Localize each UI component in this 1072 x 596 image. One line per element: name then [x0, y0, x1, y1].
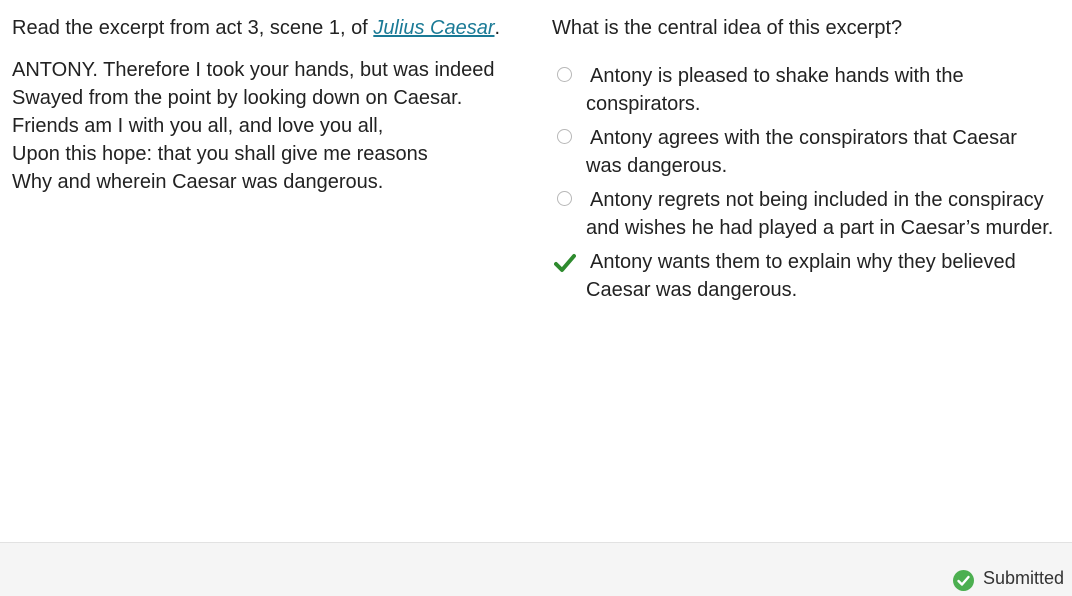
- radio-button[interactable]: [557, 129, 572, 144]
- prompt-before: Read the excerpt from act 3, scene 1, of: [12, 17, 374, 39]
- prompt-text: Read the excerpt from act 3, scene 1, of…: [12, 14, 522, 42]
- option-text: Antony is pleased to shake hands with th…: [590, 65, 964, 87]
- question-text: What is the central idea of this excerpt…: [552, 17, 903, 39]
- question-panel: What is the central idea of this excerpt…: [552, 14, 1072, 310]
- answer-option-4-selected[interactable]: Antony wants them to explain why they be…: [552, 248, 1072, 304]
- status-text: Submitted: [982, 567, 1064, 588]
- answer-options: Antony is pleased to shake hands with th…: [552, 62, 1072, 304]
- excerpt-line: Friends am I with you all, and love you …: [12, 115, 384, 137]
- answer-option-3[interactable]: Antony regrets not being included in the…: [552, 186, 1072, 242]
- answer-option-2[interactable]: Antony agrees with the conspirators that…: [552, 124, 1072, 180]
- excerpt-line: Upon this hope: that you shall give me r…: [12, 143, 428, 165]
- option-text: was dangerous.: [586, 155, 728, 177]
- footer-bar: Submitted: [0, 542, 1072, 596]
- option-text: and wishes he had played a part in Caesa…: [586, 217, 1054, 239]
- option-text: Antony regrets not being included in the…: [590, 189, 1044, 211]
- answer-option-1[interactable]: Antony is pleased to shake hands with th…: [552, 62, 1072, 118]
- excerpt-line: Swayed from the point by looking down on…: [12, 87, 463, 109]
- option-text: Caesar was dangerous.: [586, 279, 798, 301]
- option-text: conspirators.: [586, 93, 701, 115]
- option-text: Antony wants them to explain why they be…: [590, 251, 1016, 273]
- option-text: Antony agrees with the conspirators that…: [590, 127, 1017, 149]
- submission-status: Submitted: [952, 565, 1064, 591]
- julius-caesar-link[interactable]: Julius Caesar: [373, 17, 494, 39]
- excerpt-line: Why and wherein Caesar was dangerous.: [12, 171, 384, 193]
- checkmark-icon: [554, 254, 576, 272]
- check-circle-icon: [952, 570, 974, 591]
- excerpt-text: ANTONY. Therefore I took your hands, but…: [12, 56, 522, 196]
- radio-button[interactable]: [557, 191, 572, 206]
- radio-button[interactable]: [557, 67, 572, 82]
- prompt-after: .: [494, 17, 501, 39]
- excerpt-panel: Read the excerpt from act 3, scene 1, of…: [12, 14, 522, 196]
- excerpt-line: ANTONY. Therefore I took your hands, but…: [12, 59, 495, 81]
